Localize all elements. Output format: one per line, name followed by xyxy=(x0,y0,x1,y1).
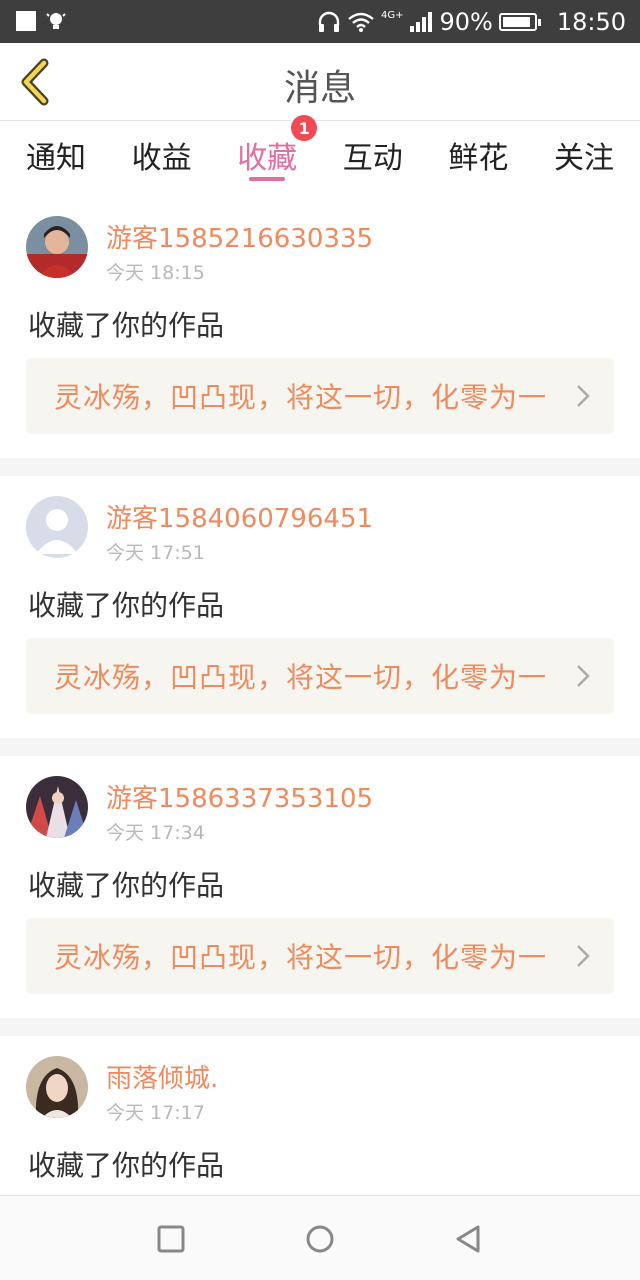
action-text: 收藏了你的作品 xyxy=(28,1149,225,1182)
chevron-right-icon xyxy=(577,665,590,687)
clock: 18:50 xyxy=(556,7,626,36)
signal-icon xyxy=(410,11,433,32)
headphones-icon xyxy=(318,11,340,32)
status-bar: 4G+ 90% 18:50 xyxy=(0,0,640,43)
action-text: 收藏了你的作品 xyxy=(28,869,225,902)
recent-apps-icon[interactable] xyxy=(154,1222,188,1256)
tab-label: 鲜花 xyxy=(448,141,509,176)
divider xyxy=(0,738,640,756)
timestamp: 今天 17:34 xyxy=(106,822,205,844)
work-link[interactable]: 灵冰殇，凹凸现，将这一切，化零为一 xyxy=(26,918,614,994)
tab-following[interactable]: 关注 xyxy=(554,121,614,189)
action-text: 收藏了你的作品 xyxy=(28,589,225,622)
tab-bar: 通知 收益 收藏 1 互动 鲜花 关注 xyxy=(0,115,640,189)
action-text: 收藏了你的作品 xyxy=(28,309,225,342)
bulb-icon xyxy=(46,13,66,29)
timestamp: 今天 17:51 xyxy=(106,542,205,564)
page-title: 消息 xyxy=(283,68,356,109)
tab-label: 互动 xyxy=(342,141,403,176)
tab-earnings[interactable]: 收益 xyxy=(132,121,192,189)
list-item: 游客1584060796451 今天 17:51 收藏了你的作品 灵冰殇，凹凸现… xyxy=(0,476,640,738)
username[interactable]: 游客1585216630335 xyxy=(106,218,373,255)
wifi-icon xyxy=(348,12,374,32)
battery-icon xyxy=(498,12,541,31)
battery-percent: 90% xyxy=(439,7,493,36)
tab-favorites[interactable]: 收藏 1 xyxy=(237,115,318,189)
avatar[interactable] xyxy=(26,1056,88,1118)
unread-badge: 1 xyxy=(291,115,318,141)
avatar[interactable] xyxy=(26,216,88,278)
work-title: 灵冰殇，凹凸现，将这一切，化零为一 xyxy=(54,941,548,974)
tab-label: 收益 xyxy=(131,141,192,176)
list-item: 游客1585216630335 今天 18:15 收藏了你的作品 灵冰殇，凹凸现… xyxy=(0,196,640,458)
tab-label: 收藏 xyxy=(237,141,298,176)
avatar[interactable] xyxy=(26,496,88,558)
work-title: 灵冰殇，凹凸现，将这一切，化零为一 xyxy=(54,661,548,694)
network-type: 4G+ xyxy=(380,10,404,21)
tab-label: 关注 xyxy=(553,141,614,176)
back-nav-icon[interactable] xyxy=(452,1222,486,1256)
work-title: 灵冰殇，凹凸现，将这一切，化零为一 xyxy=(54,381,548,414)
chevron-right-icon xyxy=(577,945,590,967)
notification-icon xyxy=(16,11,36,31)
system-nav-bar xyxy=(0,1195,640,1280)
list-item: 游客1586337353105 今天 17:34 收藏了你的作品 灵冰殇，凹凸现… xyxy=(0,756,640,1018)
tab-label: 通知 xyxy=(26,141,86,176)
timestamp: 今天 17:17 xyxy=(106,1102,205,1124)
username[interactable]: 雨落倾城. xyxy=(106,1058,218,1095)
tab-interactions[interactable]: 互动 xyxy=(343,121,403,189)
home-icon[interactable] xyxy=(303,1222,337,1256)
tab-flowers[interactable]: 鲜花 xyxy=(448,121,508,189)
chevron-right-icon xyxy=(577,385,590,407)
divider xyxy=(0,458,640,476)
avatar[interactable] xyxy=(26,776,88,838)
work-link[interactable]: 灵冰殇，凹凸现，将这一切，化零为一 xyxy=(26,358,614,434)
timestamp: 今天 18:15 xyxy=(106,262,205,284)
divider xyxy=(0,1018,640,1036)
message-list: 游客1585216630335 今天 18:15 收藏了你的作品 灵冰殇，凹凸现… xyxy=(0,196,640,1280)
work-link[interactable]: 灵冰殇，凹凸现，将这一切，化零为一 xyxy=(26,638,614,714)
username[interactable]: 游客1584060796451 xyxy=(106,498,373,535)
username[interactable]: 游客1586337353105 xyxy=(106,778,373,815)
tab-notifications[interactable]: 通知 xyxy=(26,121,86,189)
header: 消息 xyxy=(0,43,640,121)
